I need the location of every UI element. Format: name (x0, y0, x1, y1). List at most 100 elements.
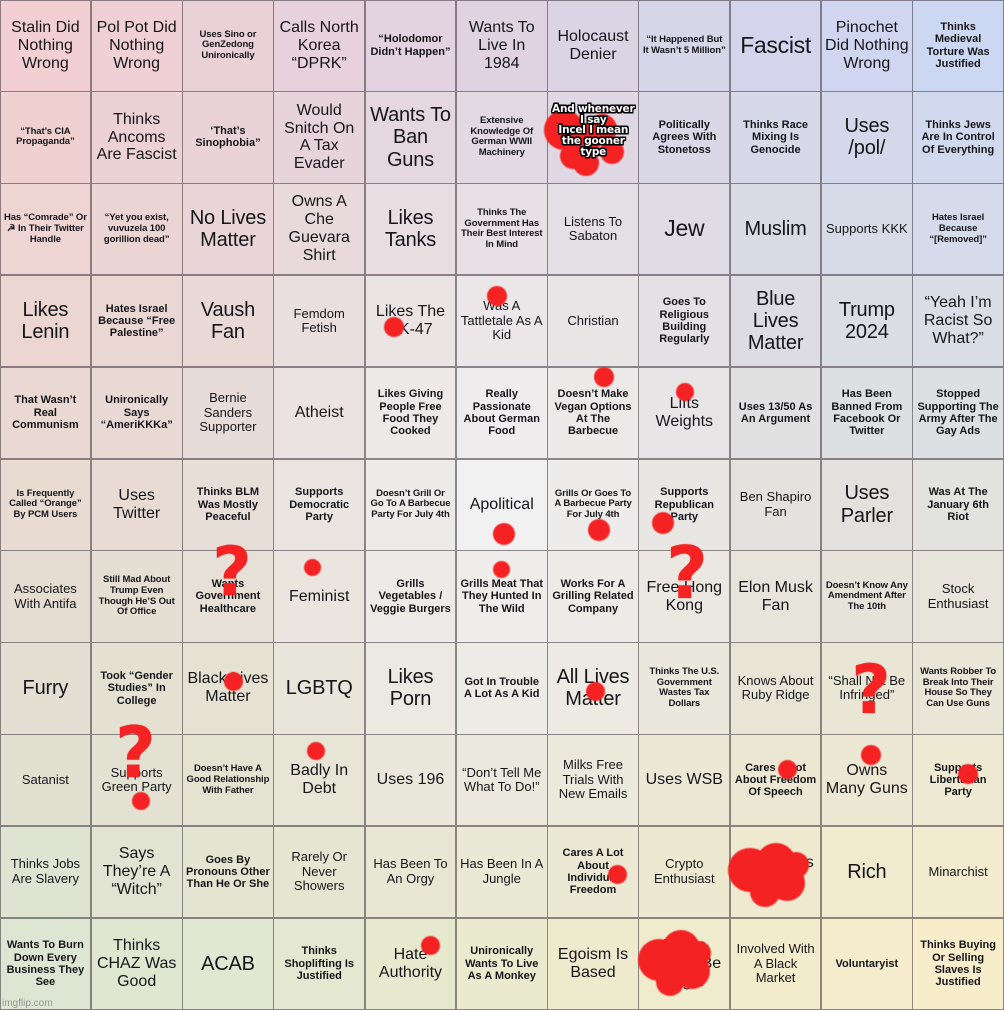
bingo-cell[interactable]: Likes Tanks (364, 183, 457, 276)
bingo-cell[interactable]: Hate Authority (364, 917, 457, 1010)
bingo-cell[interactable]: Took “Gender Studies” In College (90, 642, 183, 735)
bingo-cell[interactable]: Uses Sino or GenZedong Unironically (182, 0, 274, 92)
bingo-cell[interactable]: Says They’re A “Witch” (90, 825, 183, 919)
bingo-cell[interactable]: Owns Many Guns (820, 734, 913, 827)
bingo-cell[interactable]: Supports Republican Party (638, 458, 731, 551)
bingo-cell[interactable]: Uses 13/50 As An Argument (729, 366, 822, 460)
bingo-cell[interactable]: That Wasn’t Real Communism (0, 366, 92, 460)
bingo-cell[interactable]: No Lives Matter (182, 183, 274, 276)
bingo-cell[interactable]: “Don’t Tell Me What To Do!” (455, 734, 548, 827)
bingo-cell[interactable]: Fascist (729, 0, 822, 92)
bingo-cell[interactable]: Doesn’t Know Any Amendment After The 10t… (820, 550, 913, 643)
bingo-cell[interactable]: “Yeah I’m Racist So What?” (912, 274, 1004, 368)
bingo-cell[interactable]: Is Frequently Called “Orange” By PCM Use… (0, 458, 92, 551)
bingo-cell[interactable]: Likes Giving People Free Food They Cooke… (364, 366, 457, 460)
bingo-cell[interactable]: Involved With A Black Market (729, 917, 822, 1010)
bingo-cell[interactable]: Goes To Religious Building Regularly (638, 274, 731, 368)
bingo-cell[interactable]: Satanist (0, 734, 92, 827)
bingo-cell[interactable]: Doesn’t Make Vegan Options At The Barbec… (547, 366, 639, 460)
bingo-cell[interactable]: Thinks CHAZ Was Good (90, 917, 183, 1010)
bingo-cell[interactable]: Uses 196 (364, 734, 457, 827)
bingo-cell[interactable]: Cares A Lot About Individual Freedom (547, 825, 639, 919)
bingo-cell[interactable]: Stalin Did Nothing Wrong (0, 0, 92, 92)
bingo-cell[interactable]: Uses Parler (820, 458, 913, 551)
bingo-cell[interactable]: “It Happened But It Wasn’t 5 Million” (638, 0, 731, 92)
bingo-cell[interactable]: Wants To Burn Down Every Business They S… (0, 917, 92, 1010)
bingo-cell[interactable]: Thinks Race Mixing Is Genocide (729, 91, 822, 184)
bingo-cell[interactable]: Thinks Jews Are In Control Of Everything (912, 91, 1004, 184)
bingo-cell[interactable]: Calls North Korea “DPRK” (273, 0, 366, 92)
bingo-cell[interactable]: Got In Trouble A Lot As A Kid (455, 642, 548, 735)
bingo-cell[interactable]: Egoism Is Based (547, 917, 639, 1010)
bingo-cell[interactable]: Unironically Says “AmeriKKKa” (90, 366, 183, 460)
bingo-cell[interactable]: Hates Israel Because “Free Palestine” (90, 274, 183, 368)
bingo-cell[interactable]: Associates With Antifa (0, 550, 92, 643)
bingo-cell[interactable]: Likes Lenin (0, 274, 92, 368)
bingo-cell[interactable]: Uses /pol/ (820, 91, 913, 184)
bingo-cell[interactable]: Supports KKK (820, 183, 913, 276)
bingo-cell[interactable]: Uses WSB (638, 734, 731, 827)
bingo-cell[interactable]: Has Been In A Jungle (455, 825, 548, 919)
bingo-cell[interactable]: Wants Government Healthcare (182, 550, 274, 643)
bingo-cell[interactable]: Ben Shapiro Fan (729, 458, 822, 551)
bingo-cell[interactable]: Elon Musk Fan (729, 550, 822, 643)
bingo-cell[interactable]: Blue Lives Matter (729, 274, 822, 368)
bingo-cell[interactable]: Apolitical (455, 458, 548, 551)
bingo-cell[interactable]: Black Lives Matter (182, 642, 274, 735)
bingo-cell[interactable]: Bernie Sanders Supporter (182, 366, 274, 460)
bingo-cell[interactable]: Muslim (729, 183, 822, 276)
bingo-cell[interactable]: Was A Tattletale As A Kid (455, 274, 548, 368)
bingo-cell[interactable]: Supports Democratic Party (273, 458, 366, 551)
bingo-cell[interactable]: Really Passionate About German Food (455, 366, 548, 460)
bingo-cell[interactable]: Feminist (273, 550, 366, 643)
bingo-cell[interactable]: Supports Libertarian Party (912, 734, 1004, 827)
bingo-cell[interactable]: “Shall Not Be Infringed” (820, 642, 913, 735)
bingo-cell[interactable]: Uses Twitter (90, 458, 183, 551)
bingo-cell[interactable]: Wants Robber To Break Into Their House S… (912, 642, 1004, 735)
bingo-cell[interactable]: “That’s CIA Propaganda” (0, 91, 92, 184)
bingo-cell[interactable]: “Yet you exist, vuvuzela 100 gorillion d… (90, 183, 183, 276)
bingo-cell[interactable]: Supports Green Party (90, 734, 183, 827)
bingo-cell[interactable]: Crypto Enthusiast (638, 825, 731, 919)
bingo-cell[interactable]: Thinks The Government Has Their Best Int… (455, 183, 548, 276)
bingo-cell[interactable]: Milks Free Trials With New Emails (547, 734, 639, 827)
bingo-cell[interactable]: Christian (547, 274, 639, 368)
bingo-cell[interactable]: Wants To Ban Guns (364, 91, 457, 184)
bingo-cell[interactable]: Minarchist (912, 825, 1004, 919)
bingo-cell[interactable]: Grills Or Goes To A Barbecue Party For J… (547, 458, 639, 551)
bingo-cell[interactable]: Thinks Ancoms Are Fascist (90, 91, 183, 184)
bingo-cell[interactable]: ‘That’s Sinophobia” (182, 91, 274, 184)
bingo-cell[interactable]: Knows About Ruby Ridge (729, 642, 822, 735)
bingo-cell[interactable]: Hates Israel Because “[Removed]” (912, 183, 1004, 276)
bingo-cell[interactable]: Rarely Or Never Showers (273, 825, 366, 919)
bingo-cell[interactable]: Taxation Is Theft (729, 825, 822, 919)
bingo-cell[interactable]: Femdom Fetish (273, 274, 366, 368)
bingo-cell[interactable]: Politically Agrees With Stonetoss (638, 91, 731, 184)
bingo-cell[interactable]: Rich (820, 825, 913, 919)
bingo-cell[interactable]: Owns A Che Guevara Shirt (273, 183, 366, 276)
bingo-cell[interactable]: Badly In Debt (273, 734, 366, 827)
bingo-cell[interactable]: Pinochet Did Nothing Wrong (820, 0, 913, 92)
bingo-cell[interactable]: Thinks BLM Was Mostly Peaceful (182, 458, 274, 551)
bingo-cell[interactable]: Has “Comrade” Or ☭ In Their Twitter Hand… (0, 183, 92, 276)
bingo-cell[interactable]: Thinks Buying Or Selling Slaves Is Justi… (912, 917, 1004, 1010)
bingo-cell[interactable]: Pol Pot Did Nothing Wrong (90, 0, 183, 92)
bingo-cell[interactable]: Unironically Wants To Live As A Monkey (455, 917, 548, 1010)
bingo-cell[interactable]: Trump 2024 (820, 274, 913, 368)
bingo-cell[interactable]: Vaush Fan (182, 274, 274, 368)
bingo-cell[interactable]: LGBTQ (273, 642, 366, 735)
bingo-cell[interactable]: Has Been Banned From Facebook Or Twitter (820, 366, 913, 460)
bingo-cell[interactable]: Atheist (273, 366, 366, 460)
bingo-cell[interactable]: Stopped Supporting The Army After The Ga… (912, 366, 1004, 460)
bingo-cell[interactable]: Thinks Jobs Are Slavery (0, 825, 92, 919)
bingo-cell[interactable]: Doesn’t Have A Good Relationship With Fa… (182, 734, 274, 827)
bingo-cell[interactable]: Would Snitch On A Tax Evader (273, 91, 366, 184)
bingo-cell[interactable]: Cares A Lot About Freedom Of Speech (729, 734, 822, 827)
bingo-cell[interactable]: Grills Meat That They Hunted In The Wild (455, 550, 548, 643)
bingo-cell[interactable]: Jew (638, 183, 731, 276)
bingo-cell[interactable]: All Lives Matter (547, 642, 639, 735)
bingo-cell[interactable]: Has Been To An Orgy (364, 825, 457, 919)
bingo-cell[interactable]: Listens To Sabaton (547, 183, 639, 276)
bingo-cell[interactable]: Grills Vegetables / Veggie Burgers (364, 550, 457, 643)
bingo-cell[interactable]: Lifts Weights (638, 366, 731, 460)
